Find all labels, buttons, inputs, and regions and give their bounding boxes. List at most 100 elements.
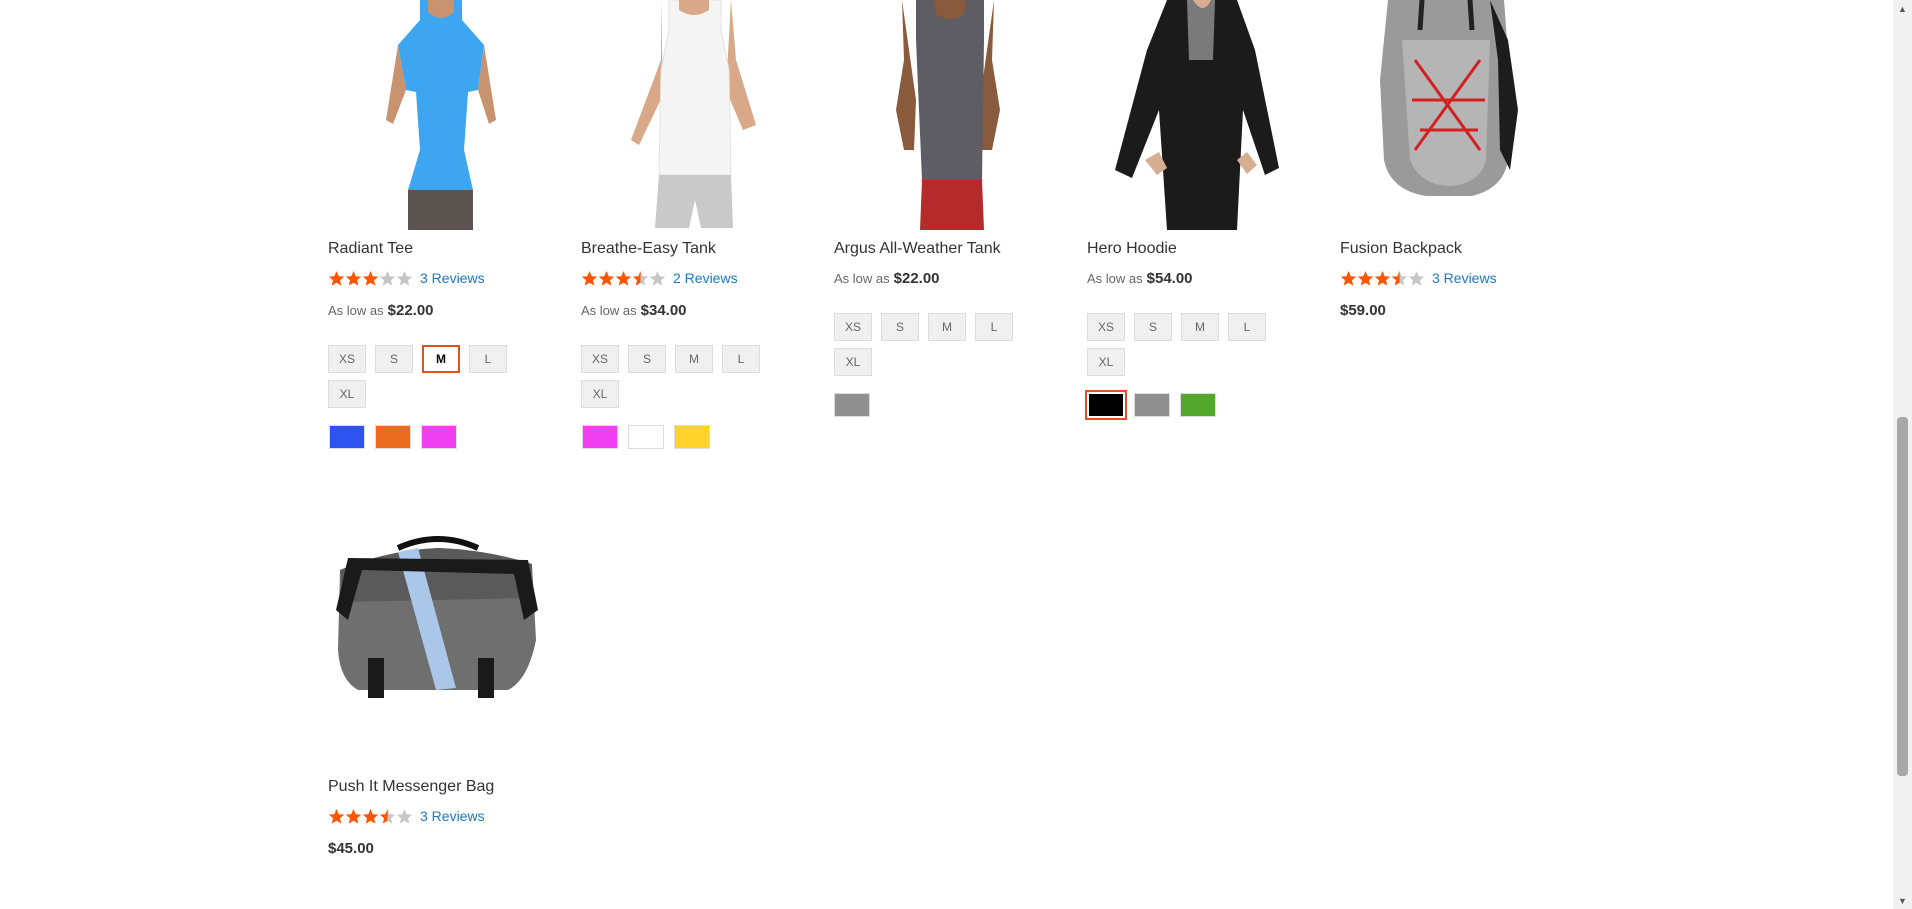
price-value: $34.00 [640,302,687,319]
star-icon [379,270,396,286]
reviews-link[interactable]: 3 Reviews [420,270,485,286]
star-icon [1374,270,1391,286]
color-swatch[interactable] [1085,390,1127,420]
scrollbar-thumb[interactable] [1897,417,1908,776]
product-image[interactable] [328,530,548,760]
star-icon [396,270,413,286]
color-swatch[interactable] [375,425,411,449]
star-icon [345,808,362,824]
color-swatches [834,393,880,417]
product-image[interactable] [328,0,548,230]
product-image[interactable] [1340,0,1560,230]
star-icon [1391,270,1408,286]
product-image[interactable] [834,0,1054,230]
color-swatch[interactable] [628,425,664,449]
rating-stars [1340,270,1425,287]
product-card-breathe-easy-tank [581,0,801,230]
star-icon [1340,270,1357,286]
size-swatches: XS S M L XL [328,345,528,415]
product-name[interactable]: Push It Messenger Bag [328,778,494,796]
size-swatch-s[interactable]: S [881,313,919,341]
vertical-scrollbar[interactable]: ▲ ▼ [1893,0,1912,909]
product-price: $59.00 [1340,302,1386,319]
star-icon [1357,270,1374,286]
reviews-link[interactable]: 2 Reviews [673,270,738,286]
price-value: $22.00 [893,270,940,287]
price-value: $22.00 [387,302,434,319]
star-icon [396,808,413,824]
product-price: As low as $22.00 [328,302,434,319]
size-swatches: XS S M L XL [834,313,1034,383]
star-icon [632,270,649,286]
color-swatch[interactable] [1180,393,1216,417]
product-price: As low as $54.00 [1087,270,1193,287]
product-card-push-it-messenger-bag [328,530,548,760]
product-name[interactable]: Hero Hoodie [1087,240,1177,258]
as-low-as-label: As low as [328,303,384,318]
product-name[interactable]: Breathe-Easy Tank [581,240,716,258]
size-swatch-xl[interactable]: XL [834,348,872,376]
star-icon [598,270,615,286]
size-swatches: XS S M L XL [1087,313,1287,383]
product-name[interactable]: Radiant Tee [328,240,413,258]
color-swatch[interactable] [329,425,365,449]
size-swatch-s[interactable]: S [628,345,666,373]
size-swatch-xl[interactable]: XL [328,380,366,408]
color-swatches [1085,390,1226,420]
star-icon [649,270,666,286]
rating-stars [328,270,413,287]
as-low-as-label: As low as [1087,271,1143,286]
product-price: As low as $22.00 [834,270,940,287]
reviews-link[interactable]: 3 Reviews [1432,270,1497,286]
reviews-link[interactable]: 3 Reviews [420,808,485,824]
size-swatch-s[interactable]: S [375,345,413,373]
size-swatch-s[interactable]: S [1134,313,1172,341]
color-swatch[interactable] [834,393,870,417]
size-swatch-xs[interactable]: XS [1087,313,1125,341]
product-name[interactable]: Argus All-Weather Tank [834,240,1001,258]
color-swatch[interactable] [1134,393,1170,417]
product-price: As low as $34.00 [581,302,687,319]
color-swatches [329,425,467,449]
size-swatch-xs[interactable]: XS [834,313,872,341]
product-image[interactable] [581,0,801,230]
as-low-as-label: As low as [834,271,890,286]
star-icon [1408,270,1425,286]
star-icon [328,270,345,286]
product-image[interactable] [1087,0,1307,230]
color-swatch[interactable] [674,425,710,449]
size-swatch-m[interactable]: M [1181,313,1219,341]
size-swatch-l[interactable]: L [975,313,1013,341]
size-swatch-xl[interactable]: XL [1087,348,1125,376]
as-low-as-label: As low as [581,303,637,318]
size-swatch-l[interactable]: L [1228,313,1266,341]
size-swatch-l[interactable]: L [469,345,507,373]
product-name[interactable]: Fusion Backpack [1340,240,1462,258]
price-value: $59.00 [1340,302,1386,319]
size-swatch-xs[interactable]: XS [328,345,366,373]
size-swatch-m[interactable]: M [675,345,713,373]
product-rating: 2 Reviews [581,268,738,288]
star-icon [581,270,598,286]
size-swatch-l[interactable]: L [722,345,760,373]
product-card-argus-all-weather-tank [834,0,1054,230]
color-swatch[interactable] [421,425,457,449]
product-rating: 3 Reviews [328,806,485,826]
size-swatch-xl[interactable]: XL [581,380,619,408]
star-icon [345,270,362,286]
product-card-fusion-backpack [1340,0,1560,230]
size-swatch-xs[interactable]: XS [581,345,619,373]
star-icon [362,270,379,286]
price-value: $45.00 [328,840,374,857]
color-swatch[interactable] [582,425,618,449]
scroll-down-arrow-icon[interactable]: ▼ [1893,892,1912,909]
star-icon [379,808,396,824]
star-icon [615,270,632,286]
scroll-up-arrow-icon[interactable]: ▲ [1893,0,1912,17]
size-swatch-m[interactable]: M [928,313,966,341]
star-icon [328,808,345,824]
size-swatches: XS S M L XL [581,345,781,415]
size-swatch-m[interactable]: M [422,345,460,373]
product-grid: Radiant Tee 3 Reviews As low as $22.00 X… [0,0,1890,909]
star-icon [362,808,379,824]
